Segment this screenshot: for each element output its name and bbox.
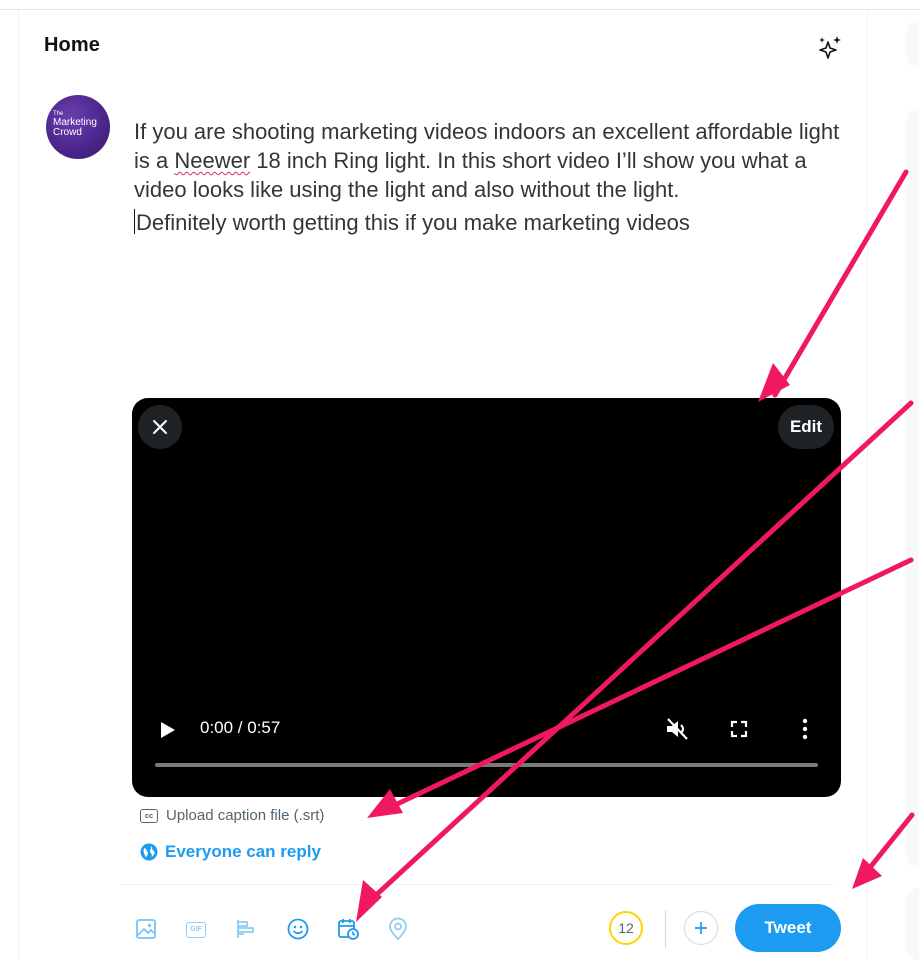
reply-settings-label: Everyone can reply [165, 842, 321, 861]
tweet-button[interactable]: Tweet [735, 904, 841, 952]
tweet-paragraph: If you are shooting marketing videos ind… [134, 117, 854, 204]
video-preview[interactable]: Edit 0:00 / 0:57 [132, 398, 841, 797]
remove-media-button[interactable] [138, 405, 182, 449]
close-icon [153, 420, 167, 434]
gif-icon[interactable]: GIF [184, 917, 208, 941]
emoji-icon[interactable] [286, 917, 310, 941]
edit-media-button[interactable]: Edit [778, 405, 834, 449]
search-field-edge [906, 20, 919, 68]
fullscreen-icon[interactable] [729, 719, 749, 739]
tweet-text-segment: Definitely worth getting this if you mak… [136, 210, 690, 235]
video-progress-bar[interactable] [155, 763, 818, 767]
sidebar-card-edge [906, 888, 919, 960]
misspelled-word: Neewer [174, 148, 251, 173]
reply-settings-button[interactable]: Everyone can reply [140, 842, 321, 862]
character-counter: 12 [609, 911, 643, 945]
poll-icon[interactable] [234, 917, 258, 941]
muted-speaker-icon[interactable] [664, 717, 690, 741]
add-tweet-button[interactable] [684, 911, 718, 945]
tweet-composer-textarea[interactable]: If you are shooting marketing videos ind… [134, 117, 854, 237]
divider [120, 884, 833, 885]
text-cursor [134, 209, 135, 234]
avatar[interactable]: The Marketing Crowd [46, 95, 110, 159]
sidebar-card-edge [906, 108, 919, 868]
page-title: Home [44, 34, 100, 56]
location-icon[interactable] [386, 917, 410, 941]
tweet-paragraph: Definitely worth getting this if you mak… [134, 208, 854, 237]
image-icon[interactable] [134, 917, 158, 941]
plus-icon [695, 922, 707, 934]
gif-label: GIF [186, 922, 206, 938]
right-sidebar-edge [906, 0, 919, 960]
avatar-text: Crowd [53, 127, 82, 138]
video-timestamp: 0:00 / 0:57 [200, 718, 281, 737]
upload-caption-link[interactable]: cc Upload caption file (.srt) [140, 807, 324, 824]
globe-icon [140, 843, 158, 861]
toolbar-separator [665, 910, 666, 948]
sparkle-icon[interactable] [816, 33, 844, 61]
play-icon[interactable] [160, 721, 176, 739]
schedule-icon[interactable] [336, 917, 360, 941]
more-options-icon[interactable] [800, 718, 810, 740]
closed-caption-icon: cc [140, 808, 158, 823]
upload-caption-label: Upload caption file (.srt) [166, 807, 325, 824]
